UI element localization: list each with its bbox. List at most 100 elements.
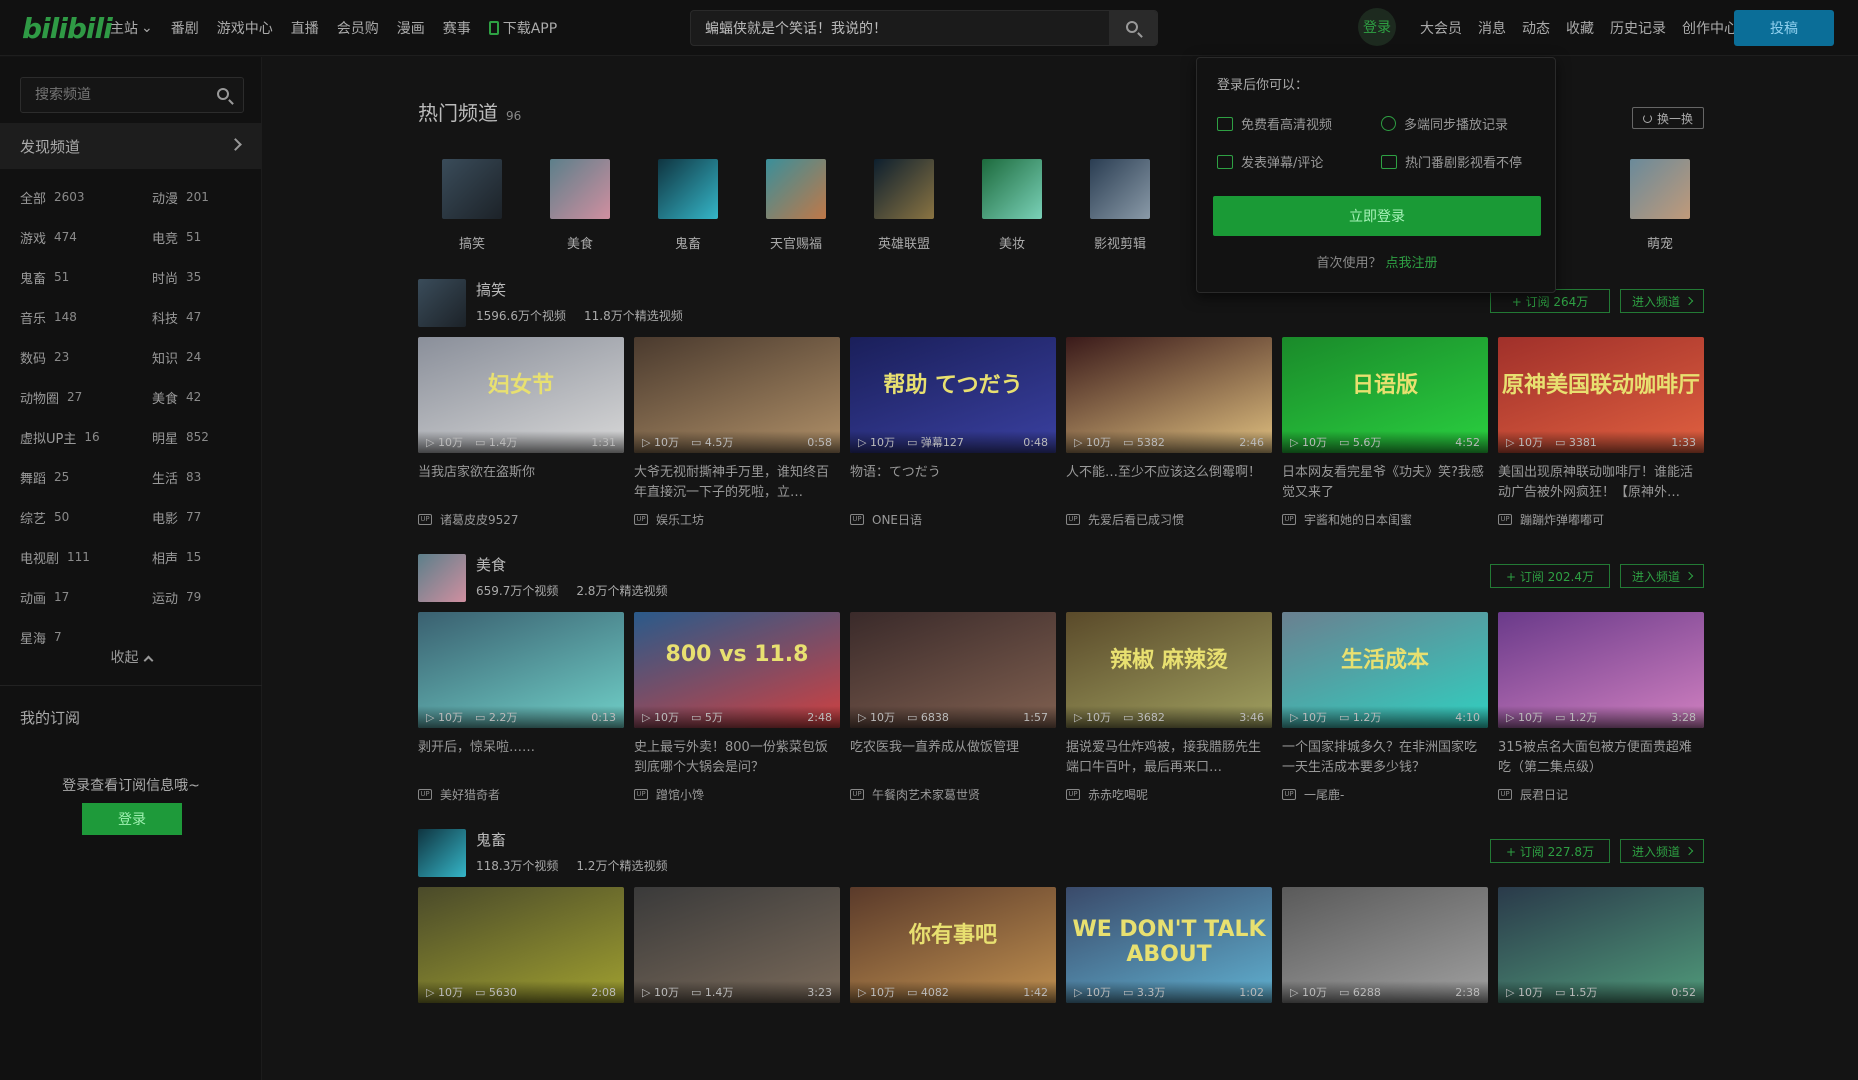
enter-channel-button[interactable]: 进入频道 [1620, 839, 1704, 863]
hot-channel[interactable]: 美食 [544, 159, 616, 252]
section-title[interactable]: 美食 [476, 554, 506, 575]
uploader[interactable]: UP ONE日语 [850, 511, 1056, 528]
video-card[interactable]: 800 vs 11.8 ▷ 10万 ▭ 5万 2:48 史上最亏外卖！800一份紫菜包饭… [634, 612, 840, 803]
video-card[interactable]: ▷ 10万 ▭ 6838 1:57 吃农医我一直养成从做饭管理 UP 午餐肉艺术家葛世贤 [850, 612, 1056, 803]
video-title[interactable] [418, 1013, 624, 1053]
header-link[interactable]: 创作中心 [1682, 18, 1738, 38]
video-title[interactable]: 一个国家排城多久？在非洲国家吃一天生活成本要多少钱？ [1282, 738, 1488, 778]
section-title[interactable]: 鬼畜 [476, 829, 506, 850]
header-link[interactable]: 动态 [1522, 18, 1550, 38]
uploader[interactable]: UP 先爱后看已成习惯 [1066, 511, 1272, 528]
register-link[interactable]: 点我注册 [1386, 256, 1438, 271]
nav-item[interactable]: 直播 [291, 18, 319, 38]
video-thumbnail[interactable]: 800 vs 11.8 ▷ 10万 ▭ 5万 2:48 [634, 612, 840, 728]
uploader[interactable]: UP 辰君日记 [1498, 786, 1704, 803]
category-item[interactable]: 虚拟UP主 16 [20, 417, 152, 457]
hot-channel[interactable]: 美妆 [976, 159, 1048, 252]
video-card[interactable]: ▷ 10万 ▭ 4.5万 0:58 大爷无视耐撕神手万里，谁知终百年直接沉一下子的死啦… [634, 337, 840, 528]
enter-channel-button[interactable]: 进入频道 [1620, 289, 1704, 313]
video-title[interactable]: 美国出现原神联动咖啡厅！谁能活动广告被外网疯狂！【原神外… [1498, 463, 1704, 503]
video-thumbnail[interactable]: ▷ 10万 ▭ 1.5万 0:52 [1498, 887, 1704, 1003]
nav-item[interactable]: 会员购 [337, 18, 379, 38]
video-thumbnail[interactable]: ▷ 10万 ▭ 5630 2:08 [418, 887, 624, 1003]
video-title[interactable]: 大爷无视耐撕神手万里，谁知终百年直接沉一下子的死啦，立… [634, 463, 840, 503]
video-thumbnail[interactable]: 生活成本 ▷ 10万 ▭ 1.2万 4:10 [1282, 612, 1488, 728]
category-item[interactable]: 综艺 50 [20, 497, 152, 537]
video-card[interactable]: ▷ 10万 ▭ 1.2万 3:28 315被点名大面包被方便面贵超难吃（第二集点级） U… [1498, 612, 1704, 803]
upload-button[interactable]: 投稿 [1734, 10, 1834, 46]
video-thumbnail[interactable]: WE DON'T TALK ABOUT ▷ 10万 ▭ 3.3万 1:02 [1066, 887, 1272, 1003]
category-item[interactable]: 全部 2603 [20, 177, 152, 217]
video-card[interactable]: 生活成本 ▷ 10万 ▭ 1.2万 4:10 一个国家排城多久？在非洲国家吃一天生活成本… [1282, 612, 1488, 803]
nav-item[interactable]: 主站 ⌄ [110, 18, 153, 38]
video-title[interactable] [634, 1013, 840, 1053]
video-thumbnail[interactable]: ▷ 10万 ▭ 5382 2:46 [1066, 337, 1272, 453]
video-card[interactable]: 帮助 てつだう ▷ 10万 ▭ 弹幕127 0:48 物语：てつだう UP ONE日语 [850, 337, 1056, 528]
uploader[interactable]: UP 娱乐工坊 [634, 511, 840, 528]
video-card[interactable]: ▷ 10万 ▭ 5630 2:08 [418, 887, 624, 1053]
nav-item[interactable]: 番剧 [171, 18, 199, 38]
category-item[interactable]: 运动 79 [152, 577, 250, 617]
video-title[interactable]: 吃农医我一直养成从做饭管理 [850, 738, 1056, 778]
section-avatar[interactable] [418, 279, 466, 327]
category-item[interactable]: 动漫 201 [152, 177, 250, 217]
video-card[interactable]: ▷ 10万 ▭ 2.2万 0:13 剥开后，惊呆啦…… UP 美好猎奇者 [418, 612, 624, 803]
video-thumbnail[interactable]: ▷ 10万 ▭ 1.4万 3:23 [634, 887, 840, 1003]
hot-channel[interactable]: 萌宠 [1624, 159, 1696, 252]
header-link[interactable]: 收藏 [1566, 18, 1594, 38]
video-card[interactable]: ▷ 10万 ▭ 6288 2:38 [1282, 887, 1488, 1053]
popover-login-button[interactable]: 立即登录 [1213, 196, 1541, 236]
hot-channel[interactable]: 搞笑 [436, 159, 508, 252]
category-item[interactable]: 舞蹈 25 [20, 457, 152, 497]
video-card[interactable]: ▷ 10万 ▭ 5382 2:46 人不能…至少不应该这么倒霉啊！ UP 先爱后看已成习惯 [1066, 337, 1272, 528]
hot-channel[interactable]: 影视剪辑 [1084, 159, 1156, 252]
category-item[interactable]: 音乐 148 [20, 297, 152, 337]
login-avatar[interactable]: 登录 [1358, 8, 1396, 46]
refresh-button[interactable]: 换一换 [1632, 107, 1704, 129]
video-title[interactable]: 史上最亏外卖！800一份紫菜包饭到底哪个大锅会是问？ [634, 738, 840, 778]
video-thumbnail[interactable]: 日语版 ▷ 10万 ▭ 5.6万 4:52 [1282, 337, 1488, 453]
section-title[interactable]: 搞笑 [476, 279, 506, 300]
video-thumbnail[interactable]: ▷ 10万 ▭ 4.5万 0:58 [634, 337, 840, 453]
search-button[interactable] [1109, 11, 1157, 45]
video-card[interactable]: 原神美国联动咖啡厅 ▷ 10万 ▭ 3381 1:33 美国出现原神联动咖啡厅！谁能活动… [1498, 337, 1704, 528]
video-thumbnail[interactable]: 帮助 てつだう ▷ 10万 ▭ 弹幕127 0:48 [850, 337, 1056, 453]
video-title[interactable]: 据说爱马仕炸鸡被，接我腊肠先生端口牛百叶，最后再来口… [1066, 738, 1272, 778]
hot-channel[interactable]: 鬼畜 [652, 159, 724, 252]
video-title[interactable] [850, 1013, 1056, 1053]
search-input[interactable] [691, 11, 1143, 45]
video-title[interactable]: 当我店家欲在盗斯你 [418, 463, 624, 503]
hot-channel[interactable]: 天官赐福 [760, 159, 832, 252]
channel-search-input[interactable] [21, 78, 211, 112]
header-link[interactable]: 历史记录 [1610, 18, 1666, 38]
video-title[interactable]: 315被点名大面包被方便面贵超难吃（第二集点级） [1498, 738, 1704, 778]
category-item[interactable]: 电视剧 111 [20, 537, 152, 577]
category-item[interactable]: 动物圈 27 [20, 377, 152, 417]
video-title[interactable]: 日本网友看完星爷《功夫》笑?我感觉又来了 [1282, 463, 1488, 503]
category-item[interactable]: 鬼畜 51 [20, 257, 152, 297]
category-item[interactable]: 生活 83 [152, 457, 250, 497]
video-thumbnail[interactable]: ▷ 10万 ▭ 2.2万 0:13 [418, 612, 624, 728]
video-thumbnail[interactable]: ▷ 10万 ▭ 6838 1:57 [850, 612, 1056, 728]
subscribe-button[interactable]: + 订阅 227.8万 [1490, 839, 1610, 863]
video-thumbnail[interactable]: ▷ 10万 ▭ 1.2万 3:28 [1498, 612, 1704, 728]
category-item[interactable]: 游戏 474 [20, 217, 152, 257]
header-link[interactable]: 消息 [1478, 18, 1506, 38]
video-title[interactable] [1066, 1013, 1272, 1053]
category-item[interactable]: 动画 17 [20, 577, 152, 617]
nav-item[interactable]: 游戏中心 [217, 18, 273, 38]
video-card[interactable]: 妇女节 ▷ 10万 ▭ 1.4万 1:31 当我店家欲在盗斯你 UP 诸葛皮皮9527 [418, 337, 624, 528]
nav-item[interactable]: 赛事 [443, 18, 471, 38]
hot-channel[interactable]: 英雄联盟 [868, 159, 940, 252]
category-item[interactable]: 相声 15 [152, 537, 250, 577]
category-item[interactable]: 时尚 35 [152, 257, 250, 297]
uploader[interactable]: UP 宇酱和她的日本闺蜜 [1282, 511, 1488, 528]
section-avatar[interactable] [418, 829, 466, 877]
uploader[interactable]: UP 美好猎奇者 [418, 786, 624, 803]
video-title[interactable]: 剥开后，惊呆啦…… [418, 738, 624, 778]
video-card[interactable]: 你有事吧 ▷ 10万 ▭ 4082 1:42 [850, 887, 1056, 1053]
category-item[interactable]: 知识 24 [152, 337, 250, 377]
video-thumbnail[interactable]: 妇女节 ▷ 10万 ▭ 1.4万 1:31 [418, 337, 624, 453]
video-card[interactable]: WE DON'T TALK ABOUT ▷ 10万 ▭ 3.3万 1:02 [1066, 887, 1272, 1053]
bilibili-logo[interactable]: bilibili [22, 12, 113, 45]
